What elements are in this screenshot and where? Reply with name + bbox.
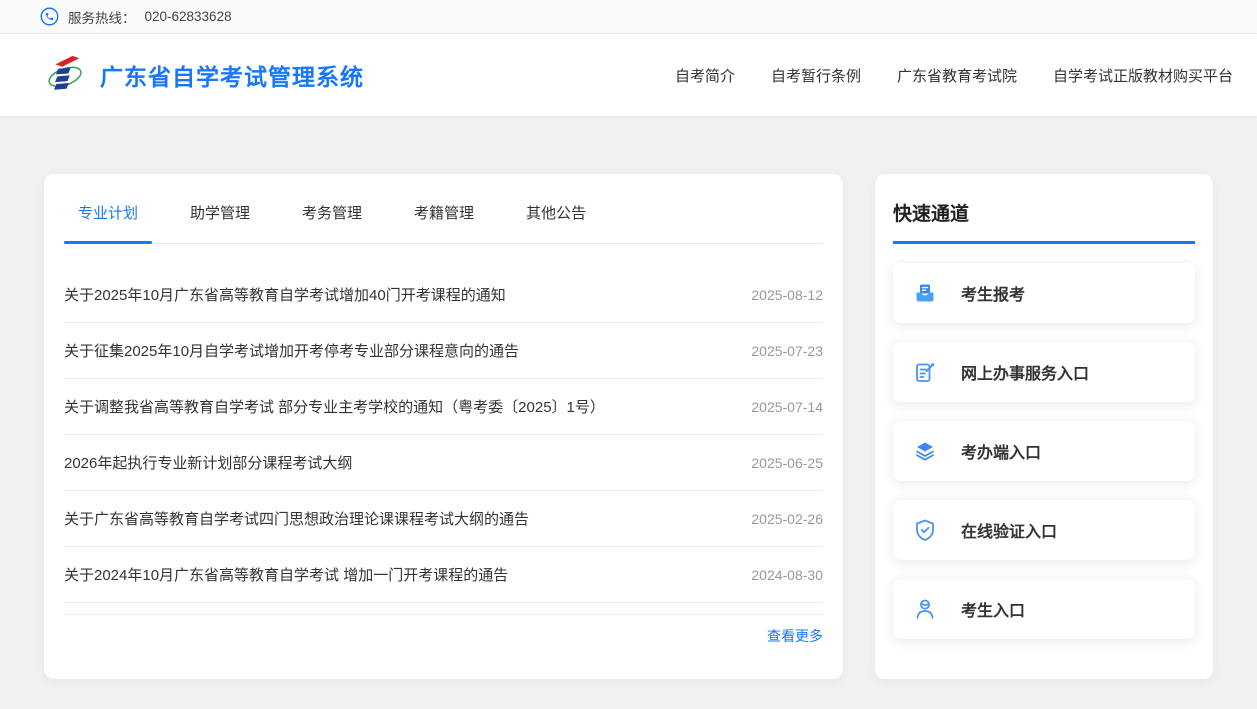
layers-icon bbox=[913, 439, 937, 463]
tab-exam-affairs[interactable]: 考务管理 bbox=[288, 174, 376, 243]
news-date: 2024-08-30 bbox=[751, 566, 823, 583]
brand: 广东省自学考试管理系统 bbox=[44, 52, 364, 99]
main-nav: 自考简介 自考暂行条例 广东省教育考试院 自学考试正版教材购买平台 bbox=[639, 65, 1233, 86]
quick-item-label: 考生报考 bbox=[961, 287, 1026, 304]
site-logo-icon bbox=[44, 52, 86, 99]
shield-check-icon bbox=[913, 518, 937, 542]
news-link[interactable]: 关于2025年10月广东省高等教育自学考试增加40门开考课程的通知 bbox=[64, 284, 506, 305]
list-end-divider bbox=[64, 603, 823, 615]
news-date: 2025-06-25 bbox=[751, 454, 823, 471]
quick-item-online-services[interactable]: 网上办事服务入口 bbox=[893, 342, 1195, 402]
phone-icon bbox=[40, 7, 59, 26]
inbox-icon bbox=[913, 281, 937, 305]
topbar: 服务热线： 020-62833628 bbox=[0, 0, 1257, 34]
quick-item-label: 考办端入口 bbox=[961, 445, 1042, 462]
nav-item-regulations[interactable]: 自考暂行条例 bbox=[771, 65, 861, 86]
news-row: 2026年起执行专业新计划部分课程考试大纲 2025-06-25 bbox=[64, 435, 823, 491]
view-more-row: 查看更多 bbox=[64, 615, 823, 657]
news-link[interactable]: 2026年起执行专业新计划部分课程考试大纲 bbox=[64, 452, 352, 473]
quick-item-candidate-registration[interactable]: 考生报考 bbox=[893, 263, 1195, 323]
notice-panel: 专业计划 助学管理 考务管理 考籍管理 其他公告 关于2025年10月广东省高等… bbox=[44, 174, 843, 679]
hotline-label: 服务热线： bbox=[68, 10, 136, 26]
quick-item-exam-office-portal[interactable]: 考办端入口 bbox=[893, 421, 1195, 481]
news-date: 2025-07-23 bbox=[751, 342, 823, 359]
news-row: 关于2024年10月广东省高等教育自学考试 增加一门开考课程的通告 2024-0… bbox=[64, 547, 823, 603]
news-date: 2025-07-14 bbox=[751, 398, 823, 415]
nav-item-intro[interactable]: 自考简介 bbox=[675, 65, 735, 86]
news-row: 关于征集2025年10月自学考试增加开考停考专业部分课程意向的通告 2025-0… bbox=[64, 323, 823, 379]
quick-item-label: 网上办事服务入口 bbox=[961, 366, 1090, 383]
user-icon bbox=[913, 597, 937, 621]
news-list: 关于2025年10月广东省高等教育自学考试增加40门开考课程的通知 2025-0… bbox=[64, 267, 823, 603]
quick-item-label: 考生入口 bbox=[961, 603, 1026, 620]
content: 专业计划 助学管理 考务管理 考籍管理 其他公告 关于2025年10月广东省高等… bbox=[0, 116, 1257, 708]
news-link[interactable]: 关于2024年10月广东省高等教育自学考试 增加一门开考课程的通告 bbox=[64, 564, 508, 585]
quick-item-online-verification[interactable]: 在线验证入口 bbox=[893, 500, 1195, 560]
news-row: 关于2025年10月广东省高等教育自学考试增加40门开考课程的通知 2025-0… bbox=[64, 267, 823, 323]
news-link[interactable]: 关于调整我省高等教育自学考试 部分专业主考学校的通知（粤考委〔2025〕1号） bbox=[64, 396, 605, 417]
view-more-link[interactable]: 查看更多 bbox=[767, 628, 823, 644]
quick-channel-title: 快速通道 bbox=[893, 204, 970, 225]
hotline-number: 020-62833628 bbox=[144, 9, 232, 24]
quick-item-label: 在线验证入口 bbox=[961, 524, 1058, 541]
tab-study-support[interactable]: 助学管理 bbox=[176, 174, 264, 243]
news-link[interactable]: 关于征集2025年10月自学考试增加开考停考专业部分课程意向的通告 bbox=[64, 340, 519, 361]
tab-bar: 专业计划 助学管理 考务管理 考籍管理 其他公告 bbox=[64, 174, 823, 244]
quick-channel-panel: 快速通道 考生报考 网上办事服务入口 考办端入口 在线验证入口 考生入口 bbox=[875, 174, 1213, 679]
news-link[interactable]: 关于广东省高等教育自学考试四门思想政治理论课课程考试大纲的通告 bbox=[64, 508, 529, 529]
news-date: 2025-08-12 bbox=[751, 286, 823, 303]
site-header: 广东省自学考试管理系统 自考简介 自考暂行条例 广东省教育考试院 自学考试正版教… bbox=[0, 34, 1257, 116]
quick-item-candidate-portal[interactable]: 考生入口 bbox=[893, 579, 1195, 639]
news-row: 关于调整我省高等教育自学考试 部分专业主考学校的通知（粤考委〔2025〕1号） … bbox=[64, 379, 823, 435]
nav-item-exam-authority[interactable]: 广东省教育考试院 bbox=[897, 65, 1017, 86]
tab-exam-records[interactable]: 考籍管理 bbox=[400, 174, 488, 243]
tab-other-notices[interactable]: 其他公告 bbox=[512, 174, 600, 243]
tab-major-plans[interactable]: 专业计划 bbox=[64, 174, 153, 244]
site-title: 广东省自学考试管理系统 bbox=[100, 64, 364, 90]
news-row: 关于广东省高等教育自学考试四门思想政治理论课课程考试大纲的通告 2025-02-… bbox=[64, 491, 823, 547]
nav-item-textbook-platform[interactable]: 自学考试正版教材购买平台 bbox=[1053, 65, 1233, 86]
news-date: 2025-02-26 bbox=[751, 510, 823, 527]
quick-channel-underline bbox=[893, 241, 1195, 244]
form-edit-icon bbox=[913, 360, 937, 384]
